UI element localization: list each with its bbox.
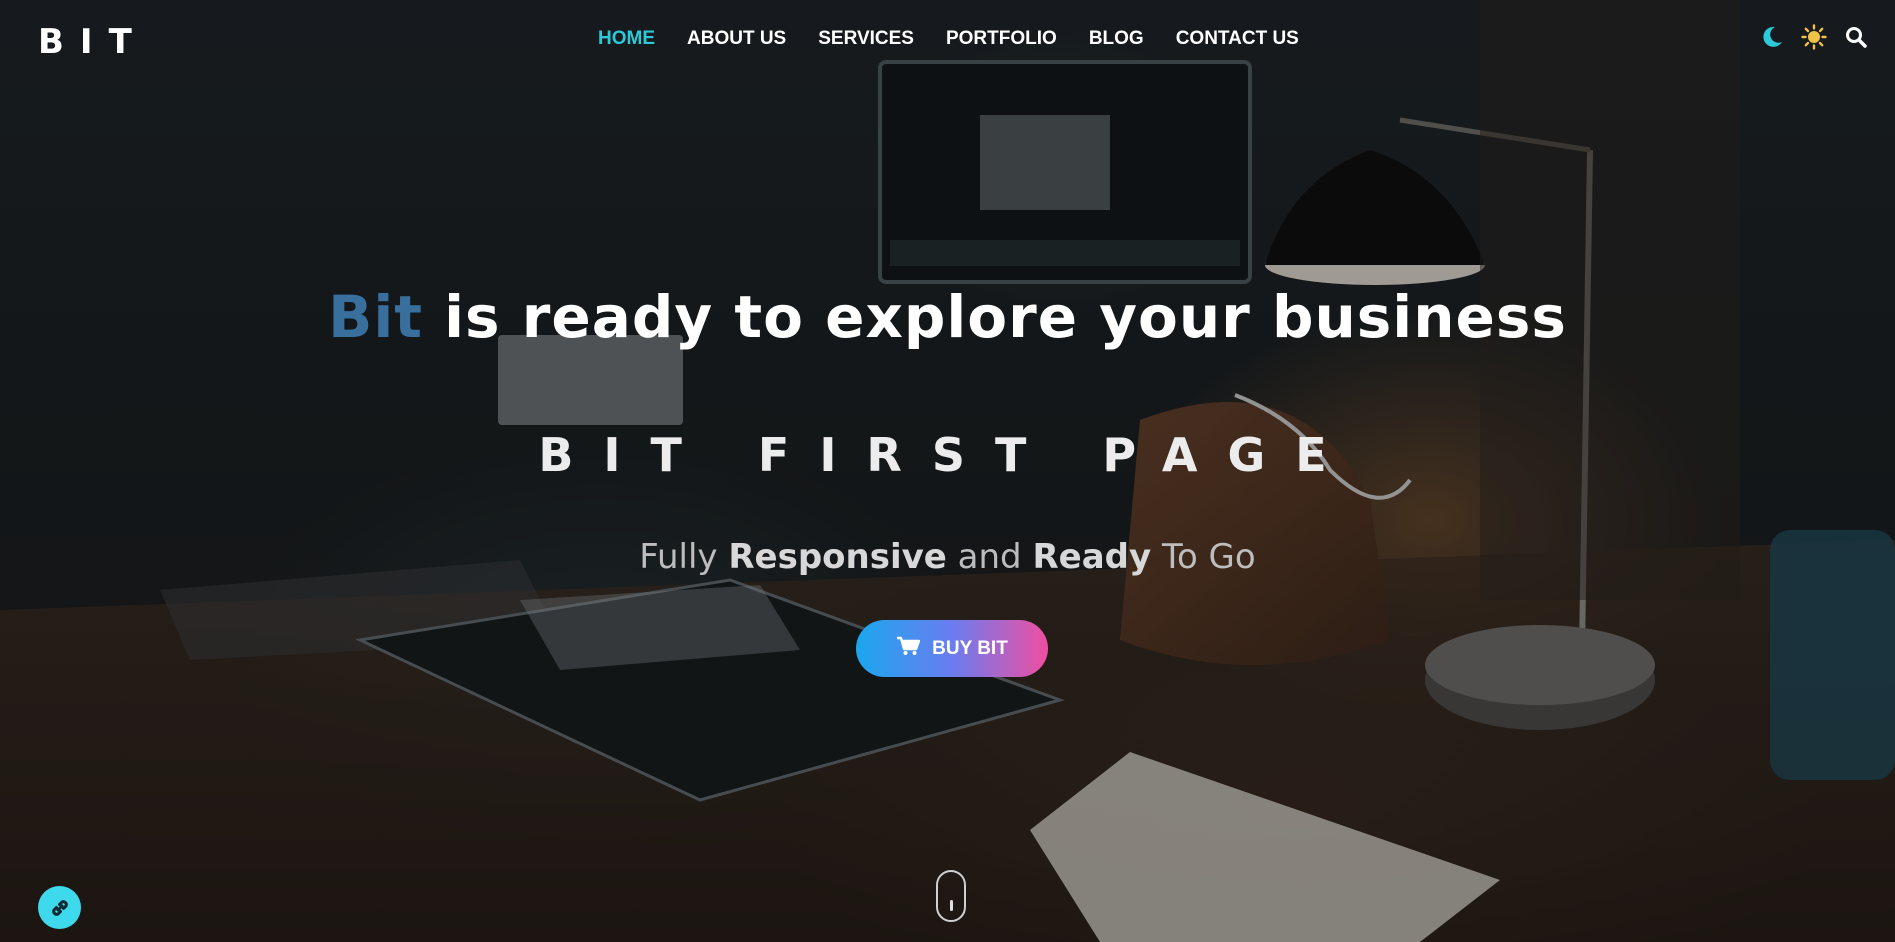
cart-icon — [896, 636, 921, 662]
scroll-wheel — [950, 900, 953, 911]
header-tools — [1759, 24, 1869, 50]
hero-tagline: Fully Responsive and Ready To Go — [0, 537, 1895, 577]
search-icon[interactable] — [1843, 24, 1869, 50]
tagline-part: and — [957, 537, 1022, 577]
tagline-bold: Responsive — [728, 537, 947, 577]
nav-item-portfolio[interactable]: PORTFOLIO — [946, 28, 1057, 50]
nav-item-home[interactable]: HOME — [598, 28, 655, 50]
hero-subtitle: BIT FIRST PAGE — [538, 428, 1357, 482]
buy-button-label: BUY BIT — [932, 637, 1008, 659]
hero-headline: Bit is ready to explore your business — [0, 283, 1895, 351]
tagline-part: Fully — [639, 537, 718, 577]
headline-text: is ready to explore your business — [444, 283, 1567, 351]
sun-icon[interactable] — [1801, 24, 1827, 50]
link-icon[interactable] — [38, 886, 81, 929]
nav-item-contact-us[interactable]: CONTACT US — [1176, 28, 1299, 50]
site-logo[interactable]: BIT — [38, 22, 148, 62]
headline-brand: Bit — [328, 283, 423, 351]
nav-item-blog[interactable]: BLOG — [1089, 28, 1144, 50]
moon-icon[interactable] — [1759, 24, 1785, 50]
hero-section: BIT HOME ABOUT US SERVICES PORTFOLIO BLO… — [0, 0, 1895, 942]
nav-item-services[interactable]: SERVICES — [818, 28, 914, 50]
mouse-scroll-icon[interactable] — [936, 870, 966, 922]
tagline-bold: Ready — [1032, 537, 1152, 577]
main-nav: HOME ABOUT US SERVICES PORTFOLIO BLOG CO… — [598, 28, 1299, 50]
nav-item-about-us[interactable]: ABOUT US — [687, 28, 786, 50]
buy-button[interactable]: BUY BIT — [856, 620, 1048, 677]
tagline-part: To Go — [1161, 537, 1256, 577]
